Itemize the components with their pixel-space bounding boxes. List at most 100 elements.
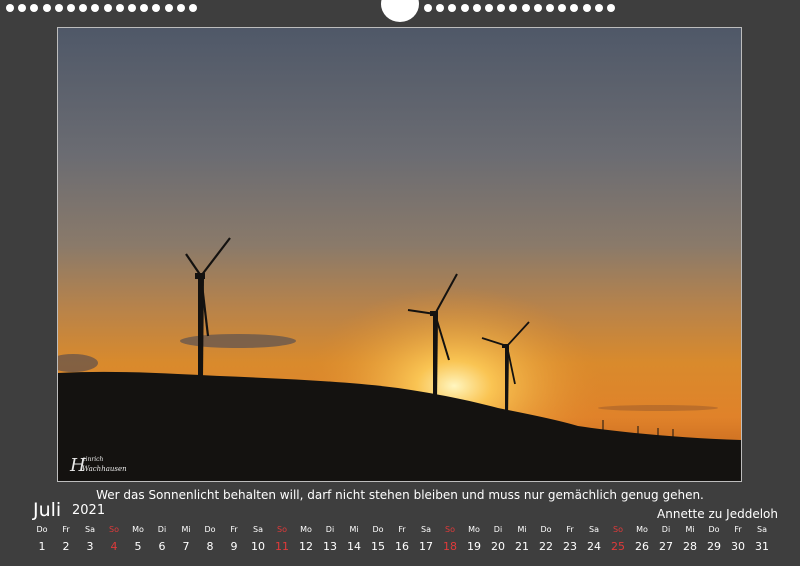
photographer-signature: H einrich Wachhausen xyxy=(69,455,127,476)
day-number: 7 xyxy=(182,540,190,553)
binding-holes xyxy=(0,0,800,22)
day-number: 13 xyxy=(323,540,337,553)
day-number: 31 xyxy=(755,540,769,553)
binding-hole xyxy=(521,4,530,12)
weekday-label: Mi xyxy=(181,525,191,534)
calendar-day: Do 22 xyxy=(534,525,558,555)
calendar-day: Sa 10 xyxy=(246,525,270,555)
binding-hole xyxy=(509,4,518,12)
calendar-day: Mo 5 xyxy=(126,525,150,555)
quote-author: Annette zu Jeddeloh xyxy=(657,507,778,521)
binding-hole xyxy=(152,4,161,12)
weekday-label: Do xyxy=(372,525,384,534)
day-number: 23 xyxy=(563,540,577,553)
weekday-label: Mi xyxy=(349,525,359,534)
year-label: 2021 xyxy=(72,503,106,518)
calendar-day: So 4 xyxy=(102,525,126,555)
calendar-day: Mi 14 xyxy=(342,525,366,555)
binding-hole xyxy=(30,4,39,12)
weekday-label: Di xyxy=(325,525,335,534)
binding-hole xyxy=(79,4,88,12)
binding-hole xyxy=(497,4,506,12)
binding-hole xyxy=(103,4,112,12)
binding-hole xyxy=(448,4,457,12)
weekday-label: So xyxy=(277,525,287,534)
weekday-label: Sa xyxy=(253,525,263,534)
binding-hole xyxy=(558,4,567,12)
weekday-label: So xyxy=(109,525,119,534)
day-number: 22 xyxy=(539,540,553,553)
calendar-day: Fr 16 xyxy=(390,525,414,555)
binding-hole xyxy=(189,4,197,12)
weekday-label: Fr xyxy=(734,525,742,534)
binding-hole xyxy=(91,4,100,12)
calendar-day: Di 27 xyxy=(654,525,678,555)
binding-hole xyxy=(436,4,445,12)
svg-text:Wachhausen: Wachhausen xyxy=(82,465,127,473)
quote-text: Wer das Sonnenlicht behalten will, darf … xyxy=(96,488,704,502)
weekday-label: Mo xyxy=(636,525,648,534)
weekday-label: Sa xyxy=(589,525,599,534)
weekday-label: Fr xyxy=(566,525,574,534)
calendar-day: Di 13 xyxy=(318,525,342,555)
calendar-day: Do 29 xyxy=(702,525,726,555)
binding-hole xyxy=(164,4,173,12)
day-number: 2 xyxy=(62,540,70,553)
day-number: 25 xyxy=(611,540,625,553)
day-number: 21 xyxy=(515,540,529,553)
weekday-label: Sa xyxy=(421,525,431,534)
binding-hole xyxy=(54,4,63,12)
calendar-day: Sa 3 xyxy=(78,525,102,555)
day-number: 30 xyxy=(731,540,745,553)
svg-text:einrich: einrich xyxy=(82,456,103,463)
calendar-day: So 25 xyxy=(606,525,630,555)
calendar-day: Do 15 xyxy=(366,525,390,555)
day-number: 9 xyxy=(230,540,238,553)
calendar-strip: Do 1 Fr 2 Sa 3 So 4 Mo 5 Di 6 Mi 7 Do 8 Fr 9 Sa 10 So 11 Mo 12 D… xyxy=(30,525,770,555)
weekday-label: Fr xyxy=(230,525,238,534)
weekday-label: Sa xyxy=(757,525,767,534)
month-label: Juli xyxy=(33,499,62,521)
binding-hole xyxy=(115,4,124,12)
hanger-hole xyxy=(381,0,419,22)
calendar-day: Fr 30 xyxy=(726,525,750,555)
calendar-day: Sa 24 xyxy=(582,525,606,555)
binding-hole xyxy=(533,4,542,12)
calendar-day: Mo 12 xyxy=(294,525,318,555)
calendar-day: Di 20 xyxy=(486,525,510,555)
binding-hole xyxy=(582,4,591,12)
calendar-day: Fr 23 xyxy=(558,525,582,555)
day-number: 19 xyxy=(467,540,481,553)
day-number: 26 xyxy=(635,540,649,553)
day-number: 17 xyxy=(419,540,433,553)
day-number: 4 xyxy=(110,540,118,553)
weekday-label: Mo xyxy=(468,525,480,534)
calendar-day: So 11 xyxy=(270,525,294,555)
binding-hole xyxy=(472,4,481,12)
weekday-label: Mo xyxy=(300,525,312,534)
photo: H einrich Wachhausen xyxy=(57,27,742,482)
weekday-label: Do xyxy=(204,525,216,534)
weekday-label: Di xyxy=(157,525,167,534)
binding-hole xyxy=(607,4,615,12)
binding-hole xyxy=(18,4,27,12)
binding-hole xyxy=(485,4,493,12)
calendar-day: So 18 xyxy=(438,525,462,555)
day-number: 27 xyxy=(659,540,673,553)
weekday-label: Do xyxy=(36,525,48,534)
binding-hole xyxy=(42,4,51,12)
binding-hole xyxy=(67,4,75,12)
day-number: 15 xyxy=(371,540,385,553)
day-number: 11 xyxy=(275,540,289,553)
day-number: 29 xyxy=(707,540,721,553)
binding-hole xyxy=(594,4,603,12)
weekday-label: Sa xyxy=(85,525,95,534)
weekday-label: Mo xyxy=(132,525,144,534)
weekday-label: Fr xyxy=(62,525,70,534)
calendar-day: Mi 7 xyxy=(174,525,198,555)
binding-hole xyxy=(460,4,469,12)
day-number: 3 xyxy=(86,540,94,553)
calendar-day: Sa 31 xyxy=(750,525,774,555)
calendar-day: Do 1 xyxy=(30,525,54,555)
binding-hole xyxy=(546,4,554,12)
